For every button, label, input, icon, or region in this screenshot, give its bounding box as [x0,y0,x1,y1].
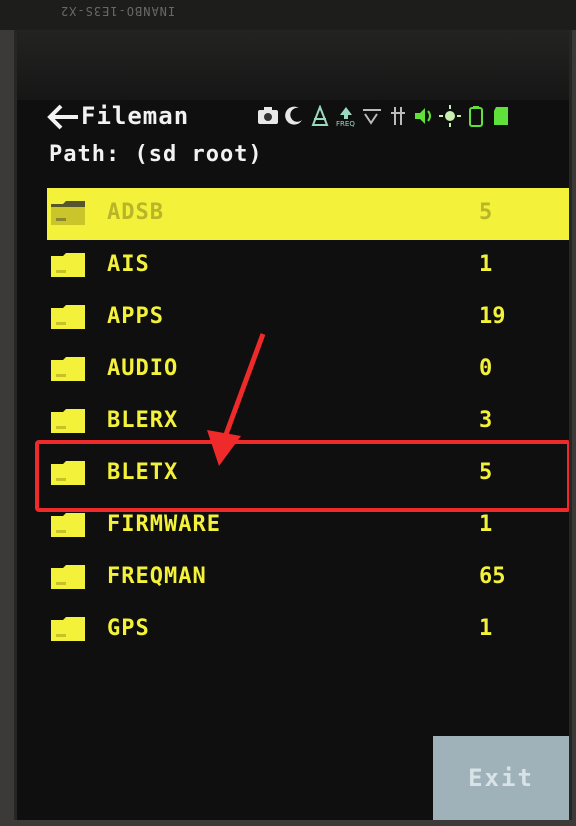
header: Fileman FREQ Path: (sd root) [17,98,569,178]
folder-icon [51,201,85,225]
sdcard-icon [494,107,508,125]
file-count: 1 [479,512,493,537]
back-arrow-icon[interactable] [47,104,79,130]
file-list: ADSB 5 AIS 1 APPS 19 AUDIO 0 BLERX 3 BLETX 5 FIRMWAR… [47,188,569,656]
moon-icon[interactable] [283,105,305,127]
screen-top-area [17,30,569,100]
file-row[interactable]: GPS 1 [47,604,569,656]
file-count: 0 [479,356,493,381]
file-row[interactable]: AIS 1 [47,240,569,292]
camera-icon[interactable] [257,105,279,127]
file-name: FIRMWARE [107,512,221,537]
file-count: 1 [479,252,493,277]
file-name: FREQMAN [107,564,207,589]
folder-icon [51,565,85,589]
path-label: Path: (sd root) [49,142,263,167]
annotation-arrow-icon [207,333,266,466]
file-name: AIS [107,252,150,277]
folder-icon [51,305,85,329]
folder-icon [51,617,85,641]
file-name: BLERX [107,408,179,433]
device-frame-top: INANBO-1E3S-X2 [0,0,576,30]
svg-text:FREQ: FREQ [336,120,355,127]
file-row[interactable]: AUDIO 0 [47,344,569,396]
antenna-icon[interactable] [387,105,409,127]
file-count: 19 [479,304,506,329]
file-row[interactable]: FREQMAN 65 [47,552,569,604]
page-title: Fileman [81,102,190,130]
file-count: 3 [479,408,493,433]
tower-icon[interactable] [309,105,331,127]
freq-icon[interactable]: FREQ [335,105,357,127]
file-name: ADSB [107,200,164,225]
file-name: GPS [107,616,150,641]
status-icon-bar: FREQ [257,102,513,130]
device-label: INANBO-1E3S-X2 [60,4,176,18]
stealth-icon[interactable] [361,105,383,127]
file-count: 65 [479,564,506,589]
sun-icon[interactable] [439,105,461,127]
file-count: 5 [479,200,493,225]
folder-icon [51,409,85,433]
file-name: AUDIO [107,356,179,381]
battery-icon [469,106,483,127]
exit-button[interactable]: Exit [433,736,569,820]
file-name: APPS [107,304,164,329]
folder-icon [51,253,85,277]
folder-icon [51,357,85,381]
speaker-icon[interactable] [413,105,435,127]
folder-icon [51,513,85,537]
file-count: 1 [479,616,493,641]
annotation-highlight-box [35,440,569,512]
screen: Fileman FREQ Path: (sd root) ADSB 5 AIS … [14,30,572,820]
file-row[interactable]: APPS 19 [47,292,569,344]
file-row[interactable]: ADSB 5 [47,188,569,240]
